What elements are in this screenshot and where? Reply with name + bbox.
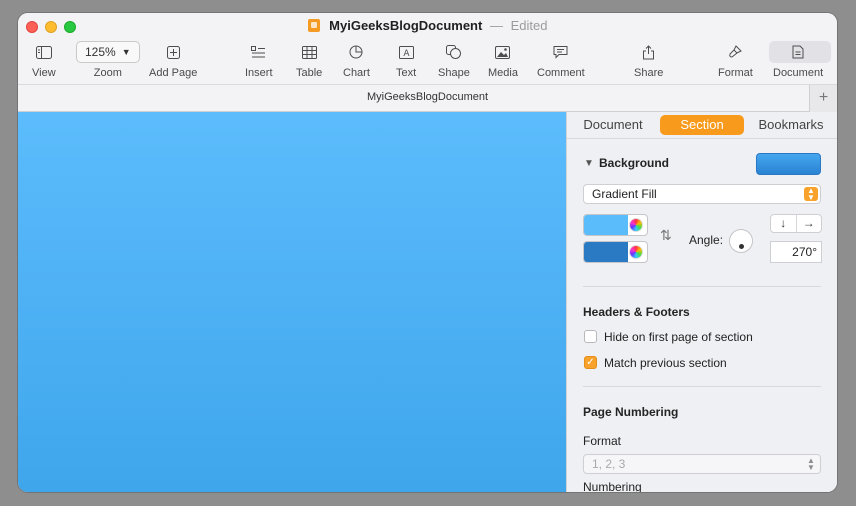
number-format-select[interactable]: 1, 2, 3 ▲ ▼: [583, 454, 821, 474]
share-label: Share: [634, 67, 664, 79]
shape-label: Shape: [438, 67, 470, 79]
angle-input[interactable]: 270°: [770, 241, 822, 263]
sidebar-view-icon: [35, 41, 52, 63]
section-divider: [583, 286, 821, 287]
document-page-canvas[interactable]: [18, 112, 566, 492]
fill-type-select[interactable]: Gradient Fill ▲ ▼: [583, 184, 821, 204]
inspector-tabs: Document Section Bookmarks: [567, 115, 837, 137]
comment-label: Comment: [537, 67, 585, 79]
add-page-icon: [166, 41, 180, 63]
title-separator: —: [489, 18, 503, 33]
angle-knob[interactable]: [729, 229, 753, 253]
chart-button[interactable]: Chart: [343, 41, 370, 79]
up-down-arrows-icon: ▲ ▼: [807, 456, 815, 472]
table-icon: [301, 41, 317, 63]
zoom-control[interactable]: 125% ▼ Zoom: [76, 41, 140, 79]
numbering-label: Numbering: [583, 480, 642, 492]
view-label: View: [32, 67, 56, 79]
chevron-down-icon: ▼: [121, 47, 131, 57]
zoom-select[interactable]: 125% ▼: [76, 41, 140, 63]
arrow-down-icon[interactable]: ↓: [771, 215, 797, 232]
format-label: Format: [583, 434, 622, 448]
tabs-divider: [567, 138, 837, 139]
tab-section[interactable]: Section: [660, 115, 744, 135]
match-previous-label: Match previous section: [604, 356, 727, 370]
photo-icon: [495, 41, 511, 63]
shape-icon: [446, 41, 462, 63]
window-title-area: MyiGeeksBlogDocument — Edited: [18, 18, 837, 33]
share-button[interactable]: Share: [634, 41, 663, 79]
add-page-label: Add Page: [149, 67, 198, 79]
window-title: MyiGeeksBlogDocument: [329, 18, 483, 33]
hide-first-page-label: Hide on first page of section: [604, 330, 753, 344]
gradient-start-color-well[interactable]: [583, 214, 648, 236]
document-name-bar: MyiGeeksBlogDocument +: [18, 85, 837, 112]
media-button[interactable]: Media: [488, 41, 518, 79]
insert-label: Insert: [245, 67, 273, 79]
checkmark-icon: ✓: [586, 357, 595, 368]
shape-button[interactable]: Shape: [438, 41, 470, 79]
document-name: MyiGeeksBlogDocument: [366, 91, 489, 103]
tab-document[interactable]: Document: [577, 115, 649, 135]
number-format-value: 1, 2, 3: [592, 457, 626, 471]
document-icon: [792, 41, 804, 63]
add-page-button[interactable]: Add Page: [149, 41, 197, 79]
plus-icon: +: [818, 89, 829, 106]
insert-button[interactable]: Insert: [245, 41, 273, 79]
pages-window: MyiGeeksBlogDocument — Edited View 125% …: [18, 13, 837, 492]
chevron-down-icon[interactable]: ▼: [584, 158, 594, 169]
direction-buttons: ↓ →: [770, 214, 822, 233]
hide-first-page-checkbox[interactable]: [584, 330, 597, 343]
angle-label: Angle:: [689, 233, 724, 247]
paintbrush-icon: [728, 41, 743, 63]
swap-colors-icon[interactable]: ⇅: [660, 227, 672, 244]
fill-type-value: Gradient Fill: [592, 187, 657, 201]
inspector-panel: Document Section Bookmarks ▼ Background …: [566, 112, 837, 492]
text-label: Text: [396, 67, 417, 79]
insert-icon: [251, 41, 266, 63]
view-button[interactable]: View: [32, 41, 56, 79]
share-icon: [642, 41, 655, 63]
background-color-swatch[interactable]: [756, 153, 821, 175]
document-button[interactable]: Document: [773, 41, 823, 79]
pages-document-icon: [307, 19, 320, 32]
text-box-icon: A: [398, 41, 414, 63]
end-color-fill: [584, 242, 628, 262]
zoom-label: Zoom: [93, 67, 122, 79]
chart-icon: [349, 41, 363, 63]
match-previous-checkbox[interactable]: ✓: [584, 356, 597, 369]
headers-footers-heading: Headers & Footers: [583, 305, 690, 319]
chart-label: Chart: [343, 67, 370, 79]
zoom-value: 125%: [85, 45, 116, 59]
up-down-arrows-icon: ▲ ▼: [804, 187, 818, 202]
document-label: Document: [773, 67, 824, 79]
arrow-right-icon[interactable]: →: [797, 215, 822, 232]
format-label: Format: [718, 67, 753, 79]
svg-text:A: A: [403, 49, 410, 59]
page-numbering-heading: Page Numbering: [583, 405, 679, 419]
color-wheel-icon[interactable]: [629, 245, 643, 259]
gradient-end-color-well[interactable]: [583, 241, 648, 263]
toolbar: MyiGeeksBlogDocument — Edited View 125% …: [18, 13, 837, 85]
tab-bookmarks[interactable]: Bookmarks: [752, 115, 830, 135]
add-tab-button[interactable]: +: [809, 85, 837, 112]
format-button[interactable]: Format: [718, 41, 753, 79]
section-divider: [583, 386, 821, 387]
color-wheel-icon[interactable]: [629, 218, 643, 232]
table-label: Table: [296, 67, 323, 79]
start-color-fill: [584, 215, 628, 235]
comment-icon: [553, 41, 568, 63]
media-label: Media: [488, 67, 518, 79]
text-button[interactable]: A Text: [396, 41, 416, 79]
edited-status: Edited: [510, 18, 548, 33]
table-button[interactable]: Table: [296, 41, 322, 79]
background-heading: Background: [599, 156, 670, 170]
comment-button[interactable]: Comment: [537, 41, 585, 79]
